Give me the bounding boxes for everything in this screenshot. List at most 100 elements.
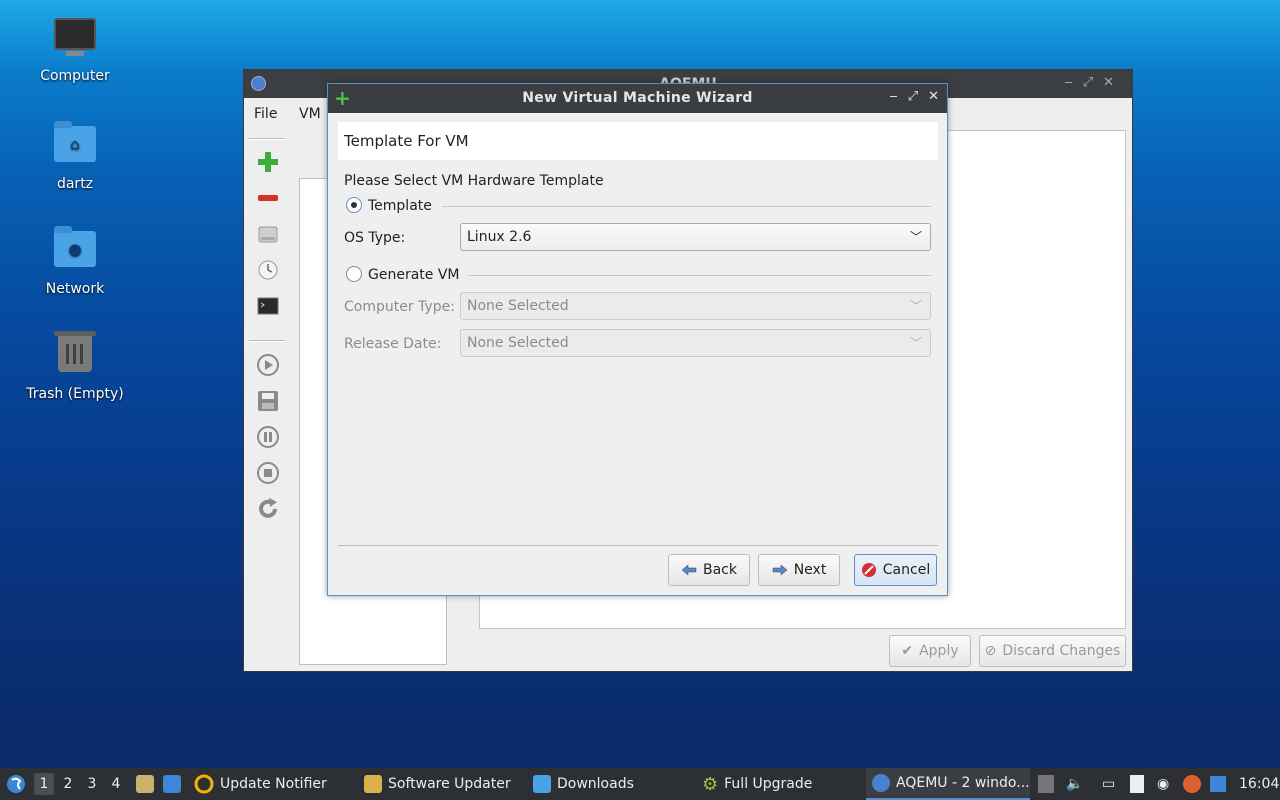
- back-button[interactable]: Back: [668, 554, 750, 586]
- release-date-value: None Selected: [467, 335, 569, 351]
- template-radio-label[interactable]: Template: [368, 198, 432, 214]
- wizard-page-header: Template For VM: [338, 122, 938, 160]
- save-icon[interactable]: [256, 389, 280, 413]
- start-menu-icon[interactable]: [6, 768, 26, 800]
- os-type-label: OS Type:: [344, 230, 406, 246]
- generate-vm-radio-label[interactable]: Generate VM: [368, 267, 460, 283]
- menu-file[interactable]: File: [254, 106, 277, 122]
- cancel-icon: [861, 563, 876, 577]
- software-updater-icon: [364, 775, 382, 793]
- task-update-notifier[interactable]: Update Notifier: [194, 768, 327, 800]
- os-type-select[interactable]: Linux 2.6 ﹀: [460, 223, 931, 251]
- home-folder-icon: ⌂: [53, 121, 97, 170]
- chevron-down-icon: ﹀: [909, 230, 922, 244]
- template-prompt: Please Select VM Hardware Template: [344, 173, 604, 189]
- workspace-4[interactable]: 4: [106, 773, 126, 795]
- window-controls[interactable]: ‒⤢✕: [1064, 75, 1124, 90]
- trash-icon: [53, 331, 97, 380]
- clock[interactable]: 16:04: [1239, 768, 1279, 800]
- play-icon[interactable]: [256, 353, 280, 377]
- task-label: Software Updater: [388, 776, 511, 792]
- task-label: Update Notifier: [220, 776, 327, 792]
- wizard-titlebar[interactable]: + New Virtual Machine Wizard ‒ ⤢ ✕: [328, 84, 947, 113]
- template-radio[interactable]: [346, 197, 362, 213]
- next-button[interactable]: Next: [758, 554, 840, 586]
- computer-type-label: Computer Type:: [344, 299, 455, 315]
- pause-icon[interactable]: [256, 425, 280, 449]
- os-type-value: Linux 2.6: [467, 229, 532, 245]
- desktop-icon-computer[interactable]: Computer: [20, 18, 130, 84]
- button-divider: [338, 545, 938, 546]
- workspace-3[interactable]: 3: [82, 773, 102, 795]
- desktop-icon-label: dartz: [56, 176, 94, 192]
- desktop-icon-home[interactable]: ⌂ dartz: [20, 121, 130, 192]
- next-label: Next: [793, 562, 827, 578]
- desktop-icon-label: Computer: [40, 68, 110, 84]
- menu-vm[interactable]: VM: [299, 106, 321, 122]
- reset-icon[interactable]: [256, 497, 280, 521]
- computer-type-value: None Selected: [467, 298, 569, 314]
- task-label: Full Upgrade: [724, 776, 813, 792]
- clipboard-icon[interactable]: [1130, 768, 1144, 800]
- close-icon[interactable]: ✕: [928, 89, 939, 104]
- task-label: AQEMU - 2 windo...: [896, 775, 1030, 791]
- release-date-select[interactable]: None Selected ﹀: [460, 329, 931, 357]
- workspace-switcher: 1 2 3 4: [34, 768, 126, 800]
- desktop-icon-label: Network: [45, 281, 105, 297]
- file-manager-icon: [136, 775, 154, 793]
- apply-label: Apply: [919, 643, 959, 659]
- gear-icon: ⚙: [702, 773, 719, 795]
- task-full-upgrade[interactable]: ⚙ Full Upgrade: [702, 768, 812, 800]
- network-tray-icon[interactable]: ◉: [1157, 768, 1169, 800]
- release-date-label: Release Date:: [344, 336, 442, 352]
- arrow-right-icon: [772, 564, 788, 576]
- toolbar-separator: [249, 340, 285, 342]
- divider: [442, 206, 931, 207]
- volume-icon[interactable]: 🔈: [1066, 768, 1083, 800]
- back-label: Back: [703, 562, 737, 578]
- computer-type-select[interactable]: None Selected ﹀: [460, 292, 931, 320]
- generate-vm-radio[interactable]: [346, 266, 362, 282]
- monitor-icon[interactable]: ▭: [1102, 768, 1115, 800]
- task-label: Downloads: [557, 776, 634, 792]
- updates-tray-icon[interactable]: [1183, 768, 1201, 800]
- discard-changes-button[interactable]: ⊘ Discard Changes: [979, 635, 1126, 667]
- discard-icon: ⊘: [984, 643, 997, 659]
- notification-icon[interactable]: [1210, 768, 1226, 800]
- stop-icon[interactable]: [256, 461, 280, 485]
- chevron-down-icon: ﹀: [909, 299, 922, 313]
- toolbar-separator: [249, 138, 285, 140]
- task-downloads[interactable]: Downloads: [533, 768, 634, 800]
- remove-vm-icon[interactable]: [256, 186, 280, 210]
- disk-icon[interactable]: [256, 222, 280, 246]
- desktop-icon-network[interactable]: ● Network: [20, 226, 130, 297]
- new-vm-wizard-dialog: + New Virtual Machine Wizard ‒ ⤢ ✕ Templ…: [327, 83, 948, 596]
- terminal-icon[interactable]: [256, 294, 280, 318]
- workspace-2[interactable]: 2: [58, 773, 78, 795]
- clock-icon[interactable]: [256, 258, 280, 282]
- computer-icon: [53, 18, 97, 62]
- workspace-1[interactable]: 1: [34, 773, 54, 795]
- chevron-down-icon: ﹀: [909, 336, 922, 350]
- maximize-icon[interactable]: ⤢: [908, 89, 918, 104]
- apply-button[interactable]: ✔ Apply: [889, 635, 971, 667]
- task-aqemu[interactable]: AQEMU - 2 windo...: [866, 768, 1030, 800]
- arrow-left-icon: [681, 564, 697, 576]
- task-software-updater[interactable]: Software Updater: [364, 768, 511, 800]
- wizard-title: New Virtual Machine Wizard: [522, 90, 753, 106]
- desktop-icon: [163, 775, 181, 793]
- add-vm-icon[interactable]: [256, 150, 280, 174]
- cancel-label: Cancel: [882, 562, 931, 578]
- aqemu-icon: [872, 774, 890, 792]
- cancel-button[interactable]: Cancel: [854, 554, 937, 586]
- file-manager-launcher[interactable]: [136, 768, 154, 800]
- show-desktop-launcher[interactable]: [163, 768, 181, 800]
- discard-label: Discard Changes: [1002, 643, 1121, 659]
- desktop-icon-trash[interactable]: Trash (Empty): [20, 330, 130, 402]
- network-folder-icon: ●: [53, 226, 97, 275]
- eject-icon[interactable]: [1038, 768, 1054, 800]
- divider: [468, 275, 931, 276]
- desktop-icon-label: Trash (Empty): [26, 386, 124, 402]
- update-notifier-icon: [194, 774, 214, 794]
- minimize-icon[interactable]: ‒: [889, 89, 897, 104]
